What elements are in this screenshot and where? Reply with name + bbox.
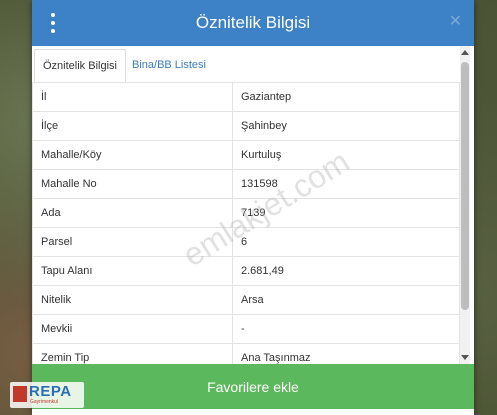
attribute-table-container: İl Gaziantep İlçe Şahinbey Mahalle/Köy K…	[32, 82, 460, 364]
attribute-dialog: Öznitelik Bilgisi ✕ Öznitelik Bilgisi Bi…	[32, 0, 474, 415]
attribute-value: -	[232, 314, 460, 344]
kebab-menu-icon[interactable]	[49, 13, 57, 33]
attribute-key: Ada	[32, 198, 233, 228]
logo-mark-icon	[13, 386, 27, 402]
attribute-key: Parsel	[32, 227, 233, 257]
attribute-key: Mahalle/Köy	[32, 140, 233, 170]
attribute-key: İl	[32, 82, 233, 112]
close-icon[interactable]: ✕	[449, 12, 462, 32]
table-row: İlçe Şahinbey	[32, 111, 460, 141]
table-row: Mahalle No 131598	[32, 169, 460, 199]
table-row: Zemin Tip Ana Taşınmaz	[32, 343, 460, 364]
tab-building-list[interactable]: Bina/BB Listesi	[124, 49, 214, 81]
attribute-key: Mahalle No	[32, 169, 233, 199]
attribute-value: 2.681,49	[232, 256, 460, 286]
dialog-header: Öznitelik Bilgisi ✕	[32, 0, 474, 46]
attribute-value: Arsa	[232, 285, 460, 315]
attribute-value: 7139	[232, 198, 460, 228]
table-row: Mahalle/Köy Kurtuluş	[32, 140, 460, 170]
table-row: Parsel 6	[32, 227, 460, 257]
attribute-key: Nitelik	[32, 285, 233, 315]
repa-logo: REPA Gayrimenkul	[10, 382, 84, 408]
attribute-value: 131598	[232, 169, 460, 199]
attribute-value: Şahinbey	[232, 111, 460, 141]
attribute-value: Ana Taşınmaz	[232, 343, 460, 364]
attribute-key: Zemin Tip	[32, 343, 233, 364]
table-row: İl Gaziantep	[32, 82, 460, 112]
dialog-title: Öznitelik Bilgisi	[195, 13, 311, 32]
table-row: Nitelik Arsa	[32, 285, 460, 315]
table-row: Tapu Alanı 2.681,49	[32, 256, 460, 286]
attribute-key: Mevkii	[32, 314, 233, 344]
logo-text: REPA	[29, 383, 72, 400]
logo-subtext: Gayrimenkul	[30, 399, 59, 405]
attribute-table: İl Gaziantep İlçe Şahinbey Mahalle/Köy K…	[32, 82, 460, 364]
attribute-value: 6	[232, 227, 460, 257]
scrollbar-thumb[interactable]	[461, 62, 469, 310]
attribute-value: Kurtuluş	[232, 140, 460, 170]
tab-bar: Öznitelik Bilgisi Bina/BB Listesi	[32, 46, 460, 83]
tab-attribute-info[interactable]: Öznitelik Bilgisi	[34, 49, 126, 83]
attribute-key: Tapu Alanı	[32, 256, 233, 286]
add-to-favorites-button[interactable]: Favorilere ekle	[32, 364, 474, 409]
scroll-down-arrow-icon[interactable]	[461, 355, 469, 360]
table-row: Mevkii -	[32, 314, 460, 344]
scrollbar[interactable]	[460, 46, 470, 364]
attribute-value: Gaziantep	[232, 82, 460, 112]
table-row: Ada 7139	[32, 198, 460, 228]
attribute-key: İlçe	[32, 111, 233, 141]
scroll-up-arrow-icon[interactable]	[461, 50, 469, 55]
